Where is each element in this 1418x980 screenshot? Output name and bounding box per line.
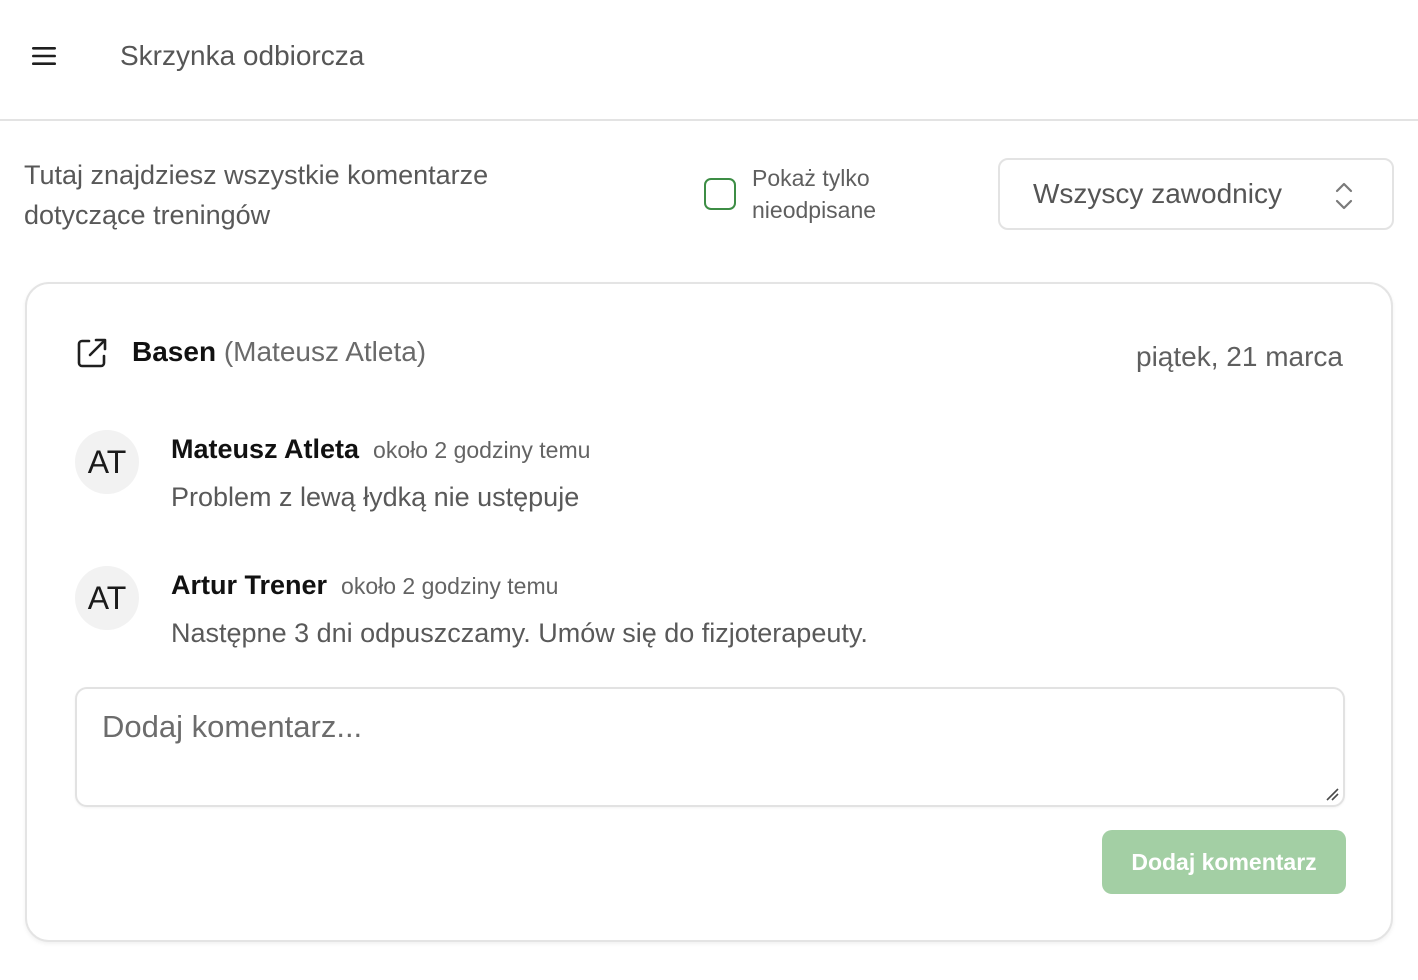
athlete-select-value: Wszyscy zawodnicy	[1033, 178, 1282, 209]
chevron-up-down-icon	[1335, 182, 1353, 210]
avatar: AT	[75, 430, 139, 494]
comment-time: około 2 godziny temu	[341, 573, 559, 599]
comment-text: Problem z lewą łydką nie ustępuje	[171, 482, 580, 512]
comment-time: około 2 godziny temu	[373, 437, 591, 463]
athlete-select[interactable]: Wszyscy zawodnicy	[998, 158, 1394, 230]
comment-text: Następne 3 dni odpuszczamy. Umów się do …	[171, 618, 868, 648]
unanswered-only-checkbox[interactable]	[704, 178, 736, 210]
comment-author: Mateusz Atleta	[171, 434, 360, 464]
top-bar: Skrzynka odbiorcza	[0, 0, 1418, 121]
comment-author-row: Mateusz Atleta około 2 godziny temu	[171, 434, 590, 465]
external-link-icon[interactable]	[75, 336, 109, 370]
hamburger-menu-icon[interactable]	[20, 32, 68, 80]
unanswered-only-filter[interactable]: Pokaż tylko nieodpisane	[704, 162, 922, 226]
comment-input[interactable]	[75, 687, 1345, 807]
resize-handle-icon[interactable]	[1325, 787, 1339, 801]
page-title: Skrzynka odbiorcza	[120, 40, 365, 71]
comment-author-row: Artur Trener około 2 godziny temu	[171, 570, 558, 601]
workout-name: Basen	[132, 336, 217, 367]
hamburger-lines	[32, 47, 56, 65]
intro-text: Tutaj znajdziesz wszystkie komentarze do…	[24, 160, 489, 230]
workout-date: piątek, 21 marca	[1136, 341, 1343, 372]
workout-athlete: (Mateusz Atleta)	[223, 336, 427, 367]
unanswered-only-label: Pokaż tylko nieodpisane	[752, 165, 877, 223]
comment-author: Artur Trener	[171, 570, 328, 600]
workout-title[interactable]: Basen (Mateusz Atleta)	[132, 336, 426, 368]
workout-comments-card: Basen (Mateusz Atleta) piątek, 21 marca …	[25, 282, 1393, 942]
add-comment-button[interactable]: Dodaj komentarz	[1102, 830, 1346, 894]
avatar: AT	[75, 566, 139, 630]
